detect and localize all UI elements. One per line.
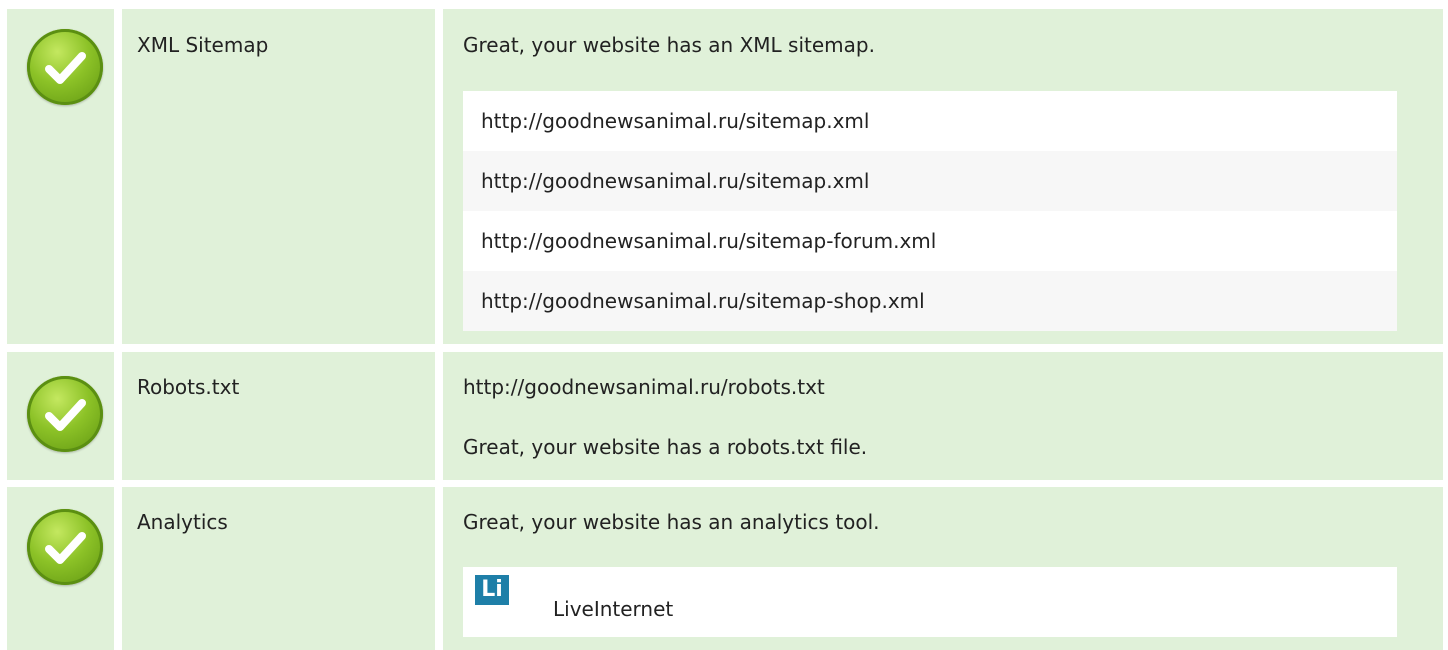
check-icon	[27, 376, 103, 452]
content-cell: Great, your website has an analytics too…	[443, 487, 1443, 650]
status-cell	[7, 487, 114, 650]
label-cell: Robots.txt	[122, 352, 435, 480]
result-message: Great, your website has an XML sitemap.	[463, 33, 875, 57]
row-label: Analytics	[137, 510, 228, 534]
row-label: Robots.txt	[137, 375, 240, 399]
check-icon	[27, 29, 103, 105]
sitemap-url[interactable]: http://goodnewsanimal.ru/sitemap.xml	[463, 91, 1397, 151]
liveinternet-logo-icon: Li	[475, 575, 509, 605]
robots-url[interactable]: http://goodnewsanimal.ru/robots.txt	[463, 375, 825, 399]
status-cell	[7, 352, 114, 480]
result-row-robots: Robots.txt http://goodnewsanimal.ru/robo…	[0, 352, 1448, 480]
row-label: XML Sitemap	[137, 33, 269, 57]
content-cell: Great, your website has an XML sitemap. …	[443, 9, 1443, 344]
label-cell: Analytics	[122, 487, 435, 650]
result-row-xml-sitemap: XML Sitemap Great, your website has an X…	[0, 9, 1448, 344]
result-row-analytics: Analytics Great, your website has an ana…	[0, 487, 1448, 650]
analytics-tool-item: Li LiveInternet	[463, 567, 1397, 637]
status-cell	[7, 9, 114, 344]
result-message: Great, your website has a robots.txt fil…	[463, 435, 868, 459]
content-cell: http://goodnewsanimal.ru/robots.txt Grea…	[443, 352, 1443, 480]
check-icon	[27, 509, 103, 585]
sitemap-list: http://goodnewsanimal.ru/sitemap.xml htt…	[463, 91, 1397, 331]
label-cell: XML Sitemap	[122, 9, 435, 344]
sitemap-url[interactable]: http://goodnewsanimal.ru/sitemap.xml	[463, 151, 1397, 211]
sitemap-url[interactable]: http://goodnewsanimal.ru/sitemap-shop.xm…	[463, 271, 1397, 331]
sitemap-url[interactable]: http://goodnewsanimal.ru/sitemap-forum.x…	[463, 211, 1397, 271]
result-message: Great, your website has an analytics too…	[463, 510, 880, 534]
analytics-tool-name: LiveInternet	[553, 597, 674, 621]
